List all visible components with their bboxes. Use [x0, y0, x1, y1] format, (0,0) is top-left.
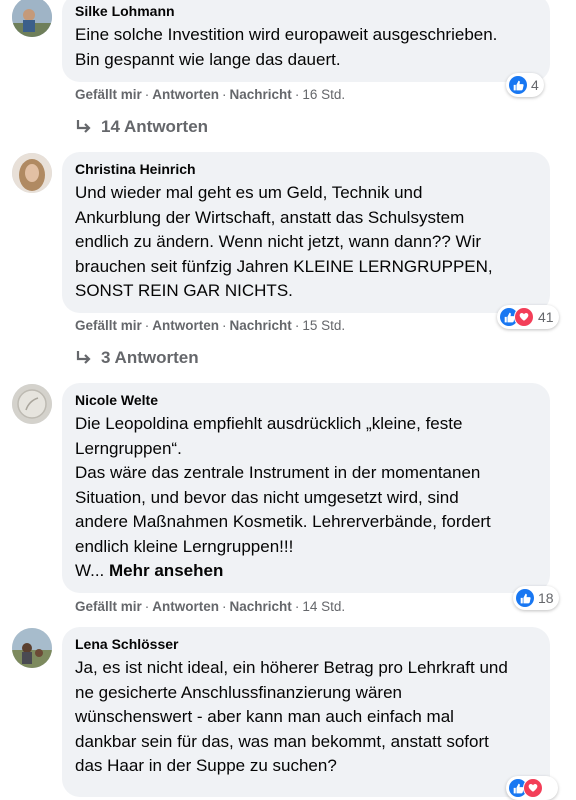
comment-line: Ankurblung der Wirtschaft, anstatt das S… — [75, 207, 465, 227]
comment-line: wünschenswert - aber kann man auch einfa… — [75, 707, 454, 726]
comment-line: Ja, es ist nicht ideal, ein höherer Betr… — [75, 658, 508, 677]
comment-line: das Haar in der Suppe zu suchen? — [75, 756, 337, 775]
comment-actions: Gefällt mir · Antworten · Nachricht · 16 Std. — [75, 87, 346, 102]
like-link[interactable]: Gefällt mir — [75, 318, 142, 333]
comment-actions: Gefällt mir · Antworten · Nachricht · 14 Std. — [75, 599, 346, 614]
comment-line: Lerngruppen“. — [75, 438, 182, 458]
like-link[interactable]: Gefällt mir — [75, 599, 142, 614]
comment-bubble: Christina Heinrich Und wieder mal geht e… — [62, 152, 550, 313]
avatar[interactable] — [12, 384, 52, 424]
comment-line: Situation, und bevor das nicht umgesetzt… — [75, 487, 459, 507]
see-more-link[interactable]: Mehr ansehen — [109, 561, 223, 580]
avatar[interactable] — [12, 628, 52, 668]
comment-text: Eine solche Investition wird europaweit … — [75, 23, 537, 72]
reaction-count: 41 — [538, 309, 554, 325]
replies-label: 14 Antworten — [101, 117, 209, 136]
comment-line: brauchen seit fünfzig Jahren KLEINE LERN… — [75, 256, 493, 276]
comment-author[interactable]: Christina Heinrich — [75, 160, 537, 178]
comment-line: Und wieder mal geht es um Geld, Technik … — [75, 183, 423, 202]
comment-bubble: Nicole Welte Die Leopoldina empfiehlt au… — [62, 383, 550, 593]
like-reaction-icon — [509, 76, 527, 94]
like-reaction-icon — [516, 589, 534, 607]
view-replies-button[interactable]: 3 Antworten — [75, 348, 199, 368]
reaction-summary[interactable]: 4 — [506, 73, 544, 97]
message-link[interactable]: Nachricht — [230, 599, 292, 614]
view-replies-button[interactable]: 14 Antworten — [75, 117, 208, 137]
comment-line: ne gesicherte Anschlussfinanzierung wäre… — [75, 682, 402, 702]
reply-link[interactable]: Antworten — [152, 87, 219, 102]
reaction-count: 4 — [531, 77, 539, 93]
comment-text: Die Leopoldina empfiehlt ausdrücklich „k… — [75, 412, 537, 584]
comment-bubble: Silke Lohmann Eine solche Investition wi… — [62, 0, 550, 82]
message-link[interactable]: Nachricht — [230, 318, 292, 333]
replies-label: 3 Antworten — [101, 348, 199, 367]
comment-text: Ja, es ist nicht ideal, ein höherer Betr… — [75, 656, 537, 779]
comment-line: endlich zu ändern. Wenn nicht jetzt, wan… — [75, 232, 482, 251]
comment-line-truncated: W... Mehr ansehen — [75, 561, 224, 580]
comment-text: Und wieder mal geht es um Geld, Technik … — [75, 181, 537, 304]
comment-timestamp[interactable]: 14 Std. — [302, 599, 345, 614]
reply-arrow-icon — [76, 120, 91, 133]
avatar[interactable] — [12, 0, 52, 37]
comment-actions: Gefällt mir · Antworten · Nachricht · 15 Std. — [75, 318, 346, 333]
comment-author[interactable]: Silke Lohmann — [75, 2, 537, 20]
reaction-summary[interactable]: 41 — [497, 305, 559, 329]
reaction-count: 18 — [538, 590, 554, 606]
comment-line: Bin gespannt wie lange das dauert. — [75, 49, 341, 69]
comment-author[interactable]: Lena Schlösser — [75, 635, 537, 653]
reaction-summary[interactable] — [506, 776, 558, 800]
comment-line: Das wäre das zentrale Instrument in der … — [75, 463, 481, 482]
message-link[interactable]: Nachricht — [230, 87, 292, 102]
love-reaction-icon — [523, 778, 543, 798]
comment-line: Die Leopoldina empfiehlt ausdrücklich „k… — [75, 414, 463, 433]
reaction-summary[interactable]: 18 — [513, 586, 559, 610]
comment-line: endlich kleine Lerngruppen!!! — [75, 536, 294, 556]
reply-link[interactable]: Antworten — [152, 599, 219, 614]
avatar[interactable] — [12, 153, 52, 193]
love-reaction-icon — [514, 307, 534, 327]
reply-link[interactable]: Antworten — [152, 318, 219, 333]
comment-line: andere Maßnahmen Kosmetik. Lehrerverbänd… — [75, 512, 491, 531]
comment-timestamp[interactable]: 15 Std. — [302, 318, 345, 333]
comment-line: SONST REIN GAR NICHTS. — [75, 281, 293, 300]
comment-bubble: Lena Schlösser Ja, es ist nicht ideal, e… — [62, 627, 550, 797]
comment-author[interactable]: Nicole Welte — [75, 391, 537, 409]
reply-arrow-icon — [76, 351, 91, 364]
comment-line: dankbar sein für das, was man bekommt, a… — [75, 731, 489, 751]
comment-line: Eine solche Investition wird europaweit … — [75, 25, 498, 44]
like-link[interactable]: Gefällt mir — [75, 87, 142, 102]
comment-timestamp[interactable]: 16 Std. — [302, 87, 345, 102]
